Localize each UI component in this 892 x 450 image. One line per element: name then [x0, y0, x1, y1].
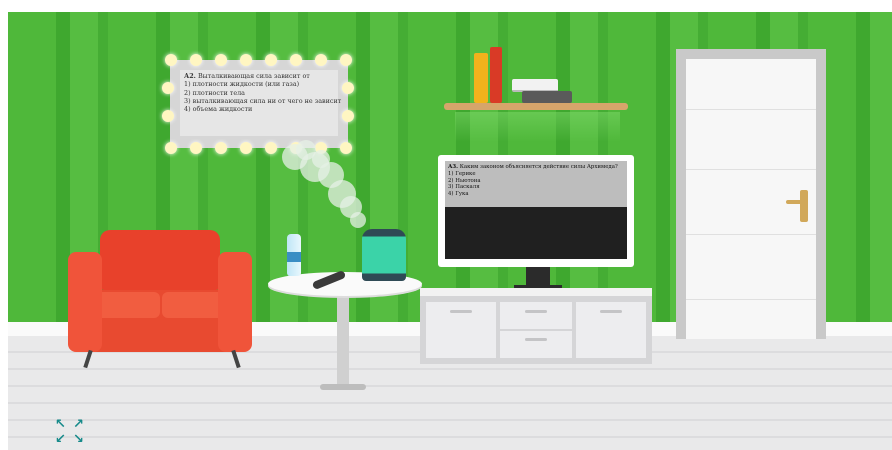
mirror-bulb [340, 54, 352, 66]
mirror-bulb [215, 54, 227, 66]
cabinet-handle [600, 310, 622, 313]
mirror-option: 3) выталкивающая сила ни от чего не зави… [184, 96, 342, 105]
mirror-question-text: А2. Выталкивающая сила зависит от 1) пло… [184, 72, 341, 113]
cabinet-drawer-top[interactable] [500, 302, 572, 329]
mirror-bulb [342, 110, 354, 122]
door-handle[interactable] [800, 190, 808, 222]
table-leg [337, 292, 349, 386]
book-stack-2[interactable] [522, 91, 572, 103]
mirror-bulb [315, 54, 327, 66]
mirror-bulb [165, 54, 177, 66]
mirror-bulb [340, 142, 352, 154]
mirror-option: 4) объема жидкости [184, 105, 253, 114]
mirror-bulb [215, 142, 227, 154]
mirror-bulb [342, 82, 354, 94]
door[interactable] [686, 59, 816, 339]
room-scene: А2. Выталкивающая сила зависит от 1) пло… [0, 0, 892, 450]
tv-option: 3) Паскаля [448, 184, 480, 191]
mirror-bulb [240, 54, 252, 66]
mirror-bulb [240, 142, 252, 154]
cabinet-drawer-bottom[interactable] [500, 331, 572, 358]
arrow-down-left-icon: ↙ [55, 432, 66, 447]
mirror-bulb [162, 110, 174, 122]
bottle-label [287, 252, 301, 262]
tv-question-number: А3. [448, 164, 459, 170]
door-handle-lever [786, 200, 806, 204]
armchair-left-arm [68, 252, 102, 352]
book-yellow[interactable] [474, 53, 488, 103]
door-panel-line [686, 109, 816, 110]
tv-option: 1) Герике [448, 170, 476, 177]
mirror-question-title: Выталкивающая сила зависит от [197, 72, 310, 80]
armchair-right-arm [218, 252, 252, 352]
tv-cabinet [420, 296, 652, 364]
book-red[interactable] [490, 47, 502, 103]
arrow-down-right-icon: ↘ [73, 432, 84, 447]
mirror-bulb [162, 82, 174, 94]
armchair-back [100, 230, 220, 290]
armchair-cushion [92, 292, 160, 318]
kettle[interactable] [362, 229, 406, 281]
mirror-bulb [290, 54, 302, 66]
cabinet-handle [450, 310, 472, 313]
tv-question-text: А3. Каким законом объясняется действие с… [448, 164, 618, 198]
mirror-bulb [190, 142, 202, 154]
mirror-question-number: А2. [184, 72, 196, 80]
fullscreen-button[interactable]: ↖ ↗ ↙ ↘ [55, 418, 85, 446]
mirror-option: 2) плотности тела [184, 88, 245, 97]
arrow-up-left-icon: ↖ [55, 417, 66, 432]
mirror-bulb [165, 142, 177, 154]
mirror-glass: А2. Выталкивающая сила зависит от 1) пло… [180, 70, 341, 136]
mirror-bulb [265, 142, 277, 154]
cabinet-handle [525, 338, 547, 341]
door-panel-line [686, 299, 816, 300]
steam-puff [350, 212, 366, 228]
door-panel-line [686, 234, 816, 235]
tv-stand [526, 267, 550, 287]
cabinet-handle [525, 310, 547, 313]
tv-cabinet-top [420, 288, 652, 296]
mirror-option: 1) плотности жидкости (или газа) [184, 80, 300, 89]
steam-puff [312, 150, 330, 168]
mirror-question-board[interactable]: А2. Выталкивающая сила зависит от 1) пло… [170, 60, 348, 148]
tv-option: 4) Гука [448, 191, 469, 198]
tv-question-title: Каким законом объясняется действие силы … [459, 164, 618, 170]
shelf-shadow [455, 112, 620, 142]
wall-shelf [444, 103, 628, 110]
arrow-up-right-icon: ↗ [73, 417, 84, 432]
mirror-bulb [265, 54, 277, 66]
door-panel-line [686, 169, 816, 170]
table-foot [320, 384, 366, 390]
mirror-bulb [190, 54, 202, 66]
